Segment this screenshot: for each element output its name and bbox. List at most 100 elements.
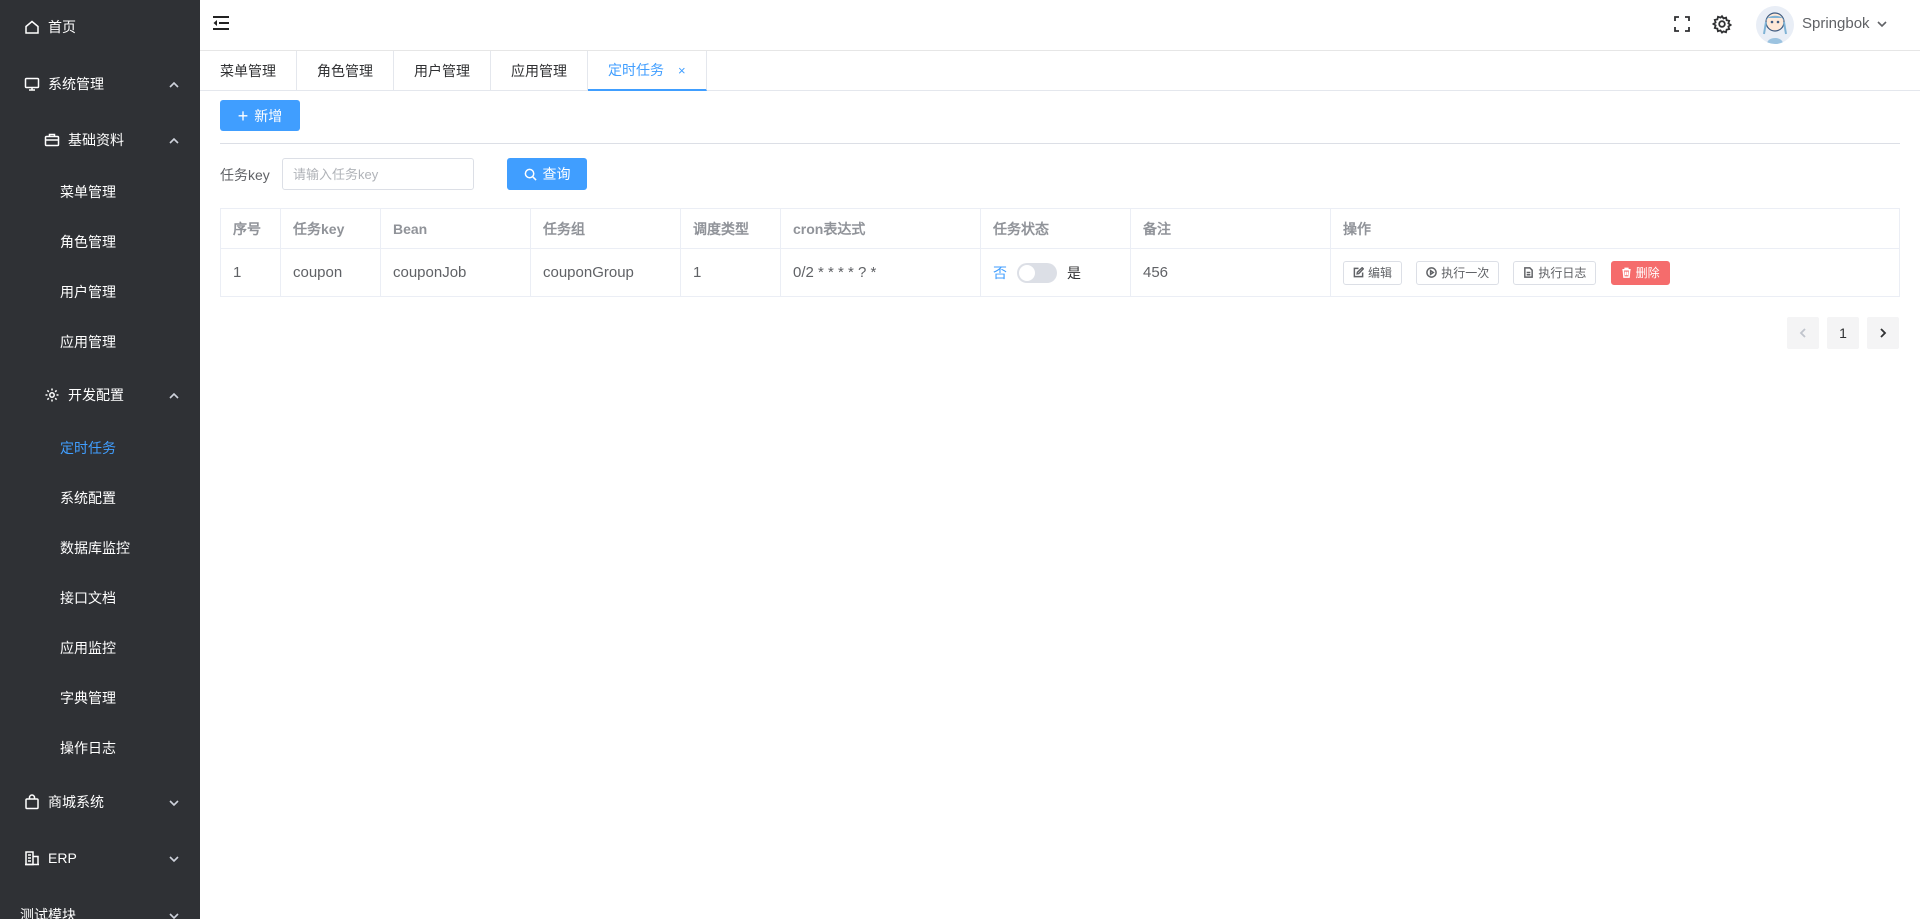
add-button[interactable]: + 新增 xyxy=(220,100,300,131)
sidebar-item-mall-system[interactable]: 商城系统 xyxy=(0,782,200,822)
close-icon[interactable]: × xyxy=(678,63,686,78)
sidebar-item-menu-management[interactable]: 菜单管理 xyxy=(0,172,200,212)
task-key-input[interactable] xyxy=(282,158,474,190)
delete-button-label: 删除 xyxy=(1635,266,1660,280)
shopping-bag-icon xyxy=(24,794,40,810)
gear-icon xyxy=(44,387,60,403)
next-page-button[interactable] xyxy=(1867,317,1899,349)
sidebar-item-label: 接口文档 xyxy=(60,590,116,606)
search-button[interactable]: 查询 xyxy=(507,158,587,190)
sidebar-item-system-management[interactable]: 系统管理 xyxy=(0,64,200,104)
chevron-down-icon xyxy=(168,909,180,919)
menu-collapse-icon[interactable] xyxy=(212,15,230,31)
sidebar-item-label: 系统配置 xyxy=(60,490,116,506)
avatar[interactable] xyxy=(1756,6,1794,44)
sidebar-item-test-module[interactable]: 测试模块 xyxy=(0,895,200,919)
top-header: Springbok xyxy=(200,0,1920,51)
sidebar-item-label: 角色管理 xyxy=(60,234,116,250)
monitor-icon xyxy=(24,76,40,92)
sidebar-item-label: 商城系统 xyxy=(48,794,104,810)
tasks-table: 序号 任务key Bean 任务组 调度类型 cron表达式 任务状态 备注 操… xyxy=(220,208,1900,297)
table-row: 1 coupon couponJob couponGroup 1 0/2 * *… xyxy=(220,248,1900,297)
cell-schedule-type: 1 xyxy=(680,248,781,297)
building-icon xyxy=(24,850,40,866)
sidebar-item-basic-data[interactable]: 基础资料 xyxy=(0,120,200,160)
sidebar: 首页 系统管理 基础资料 菜单管理 角色管理 用户管理 应用管理 开发配置 定时… xyxy=(0,0,200,919)
tab-scheduled-tasks[interactable]: 定时任务 × xyxy=(588,51,707,91)
settings-gear-icon[interactable] xyxy=(1711,14,1733,34)
sidebar-item-erp[interactable]: ERP xyxy=(0,838,200,878)
prev-page-button[interactable] xyxy=(1787,317,1819,349)
sidebar-item-label: 定时任务 xyxy=(60,440,116,456)
execution-log-button-label: 执行日志 xyxy=(1538,266,1587,280)
switch-on-label: 是 xyxy=(1067,264,1081,281)
sidebar-item-label: 开发配置 xyxy=(68,387,124,403)
tab-label: 菜单管理 xyxy=(220,63,276,79)
tab-role-management[interactable]: 角色管理 xyxy=(297,51,394,91)
sidebar-item-label: 字典管理 xyxy=(60,690,116,706)
briefcase-icon xyxy=(44,132,60,148)
chevron-up-icon xyxy=(168,134,180,146)
sidebar-item-role-management[interactable]: 角色管理 xyxy=(0,222,200,262)
search-label: 任务key xyxy=(220,167,270,183)
sidebar-item-api-docs[interactable]: 接口文档 xyxy=(0,578,200,618)
sidebar-item-label: 数据库监控 xyxy=(60,540,130,556)
sidebar-item-label: 测试模块 xyxy=(20,907,76,919)
add-button-label: 新增 xyxy=(254,107,283,124)
chevron-down-icon xyxy=(168,796,180,808)
user-menu[interactable]: Springbok xyxy=(1802,15,1888,32)
sidebar-item-label: 菜单管理 xyxy=(60,184,116,200)
column-header: 序号 xyxy=(220,208,281,249)
tab-menu-management[interactable]: 菜单管理 xyxy=(200,51,297,91)
column-header: 任务组 xyxy=(530,208,681,249)
search-icon xyxy=(524,168,537,181)
plus-icon: + xyxy=(237,105,249,126)
column-header: 调度类型 xyxy=(680,208,781,249)
sidebar-item-scheduled-tasks[interactable]: 定时任务 xyxy=(0,428,200,468)
column-header: Bean xyxy=(380,208,531,249)
execution-log-button[interactable]: 执行日志 xyxy=(1513,260,1597,285)
chevron-left-icon xyxy=(1799,328,1806,338)
sidebar-item-label: ERP xyxy=(48,850,77,866)
cell-bean: couponJob xyxy=(380,248,531,297)
column-header: 操作 xyxy=(1330,208,1900,249)
home-icon xyxy=(24,19,40,35)
edit-button[interactable]: 编辑 xyxy=(1343,260,1403,285)
chevron-right-icon xyxy=(1880,328,1887,338)
run-once-button[interactable]: 执行一次 xyxy=(1416,260,1500,285)
tab-label: 定时任务 xyxy=(608,62,664,78)
column-header: 任务key xyxy=(280,208,381,249)
cell-status: 否 是 xyxy=(980,248,1131,297)
divider xyxy=(220,143,1900,144)
table-header-row: 序号 任务key Bean 任务组 调度类型 cron表达式 任务状态 备注 操… xyxy=(220,208,1900,249)
tab-app-management[interactable]: 应用管理 xyxy=(491,51,588,91)
sidebar-item-db-monitor[interactable]: 数据库监控 xyxy=(0,528,200,568)
cell-index: 1 xyxy=(220,248,281,297)
status-toggle[interactable] xyxy=(1017,262,1057,283)
sidebar-item-user-management[interactable]: 用户管理 xyxy=(0,272,200,312)
sidebar-item-label: 基础资料 xyxy=(68,132,124,148)
sidebar-item-app-monitor[interactable]: 应用监控 xyxy=(0,628,200,668)
play-circle-icon xyxy=(1426,267,1438,278)
column-header: 任务状态 xyxy=(980,208,1131,249)
page-number[interactable]: 1 xyxy=(1827,317,1859,349)
sidebar-item-label: 应用管理 xyxy=(60,334,116,350)
sidebar-item-dev-config[interactable]: 开发配置 xyxy=(0,375,200,415)
sidebar-item-home[interactable]: 首页 xyxy=(0,7,200,47)
delete-button[interactable]: 删除 xyxy=(1610,260,1670,285)
sidebar-item-label: 应用监控 xyxy=(60,640,116,656)
edit-button-label: 编辑 xyxy=(1368,266,1393,280)
sidebar-item-label: 系统管理 xyxy=(48,76,104,92)
sidebar-item-label: 用户管理 xyxy=(60,284,116,300)
chevron-up-icon xyxy=(168,78,180,90)
sidebar-item-system-config[interactable]: 系统配置 xyxy=(0,478,200,518)
sidebar-item-dictionary[interactable]: 字典管理 xyxy=(0,678,200,718)
edit-icon xyxy=(1353,267,1364,278)
sidebar-item-operation-log[interactable]: 操作日志 xyxy=(0,728,200,768)
tab-user-management[interactable]: 用户管理 xyxy=(394,51,491,91)
tab-label: 用户管理 xyxy=(414,63,470,79)
cell-actions: 编辑 执行一次 执行日志 删除 xyxy=(1330,248,1900,297)
trash-icon xyxy=(1621,267,1631,278)
sidebar-item-app-management[interactable]: 应用管理 xyxy=(0,322,200,362)
fullscreen-icon[interactable] xyxy=(1672,14,1692,34)
